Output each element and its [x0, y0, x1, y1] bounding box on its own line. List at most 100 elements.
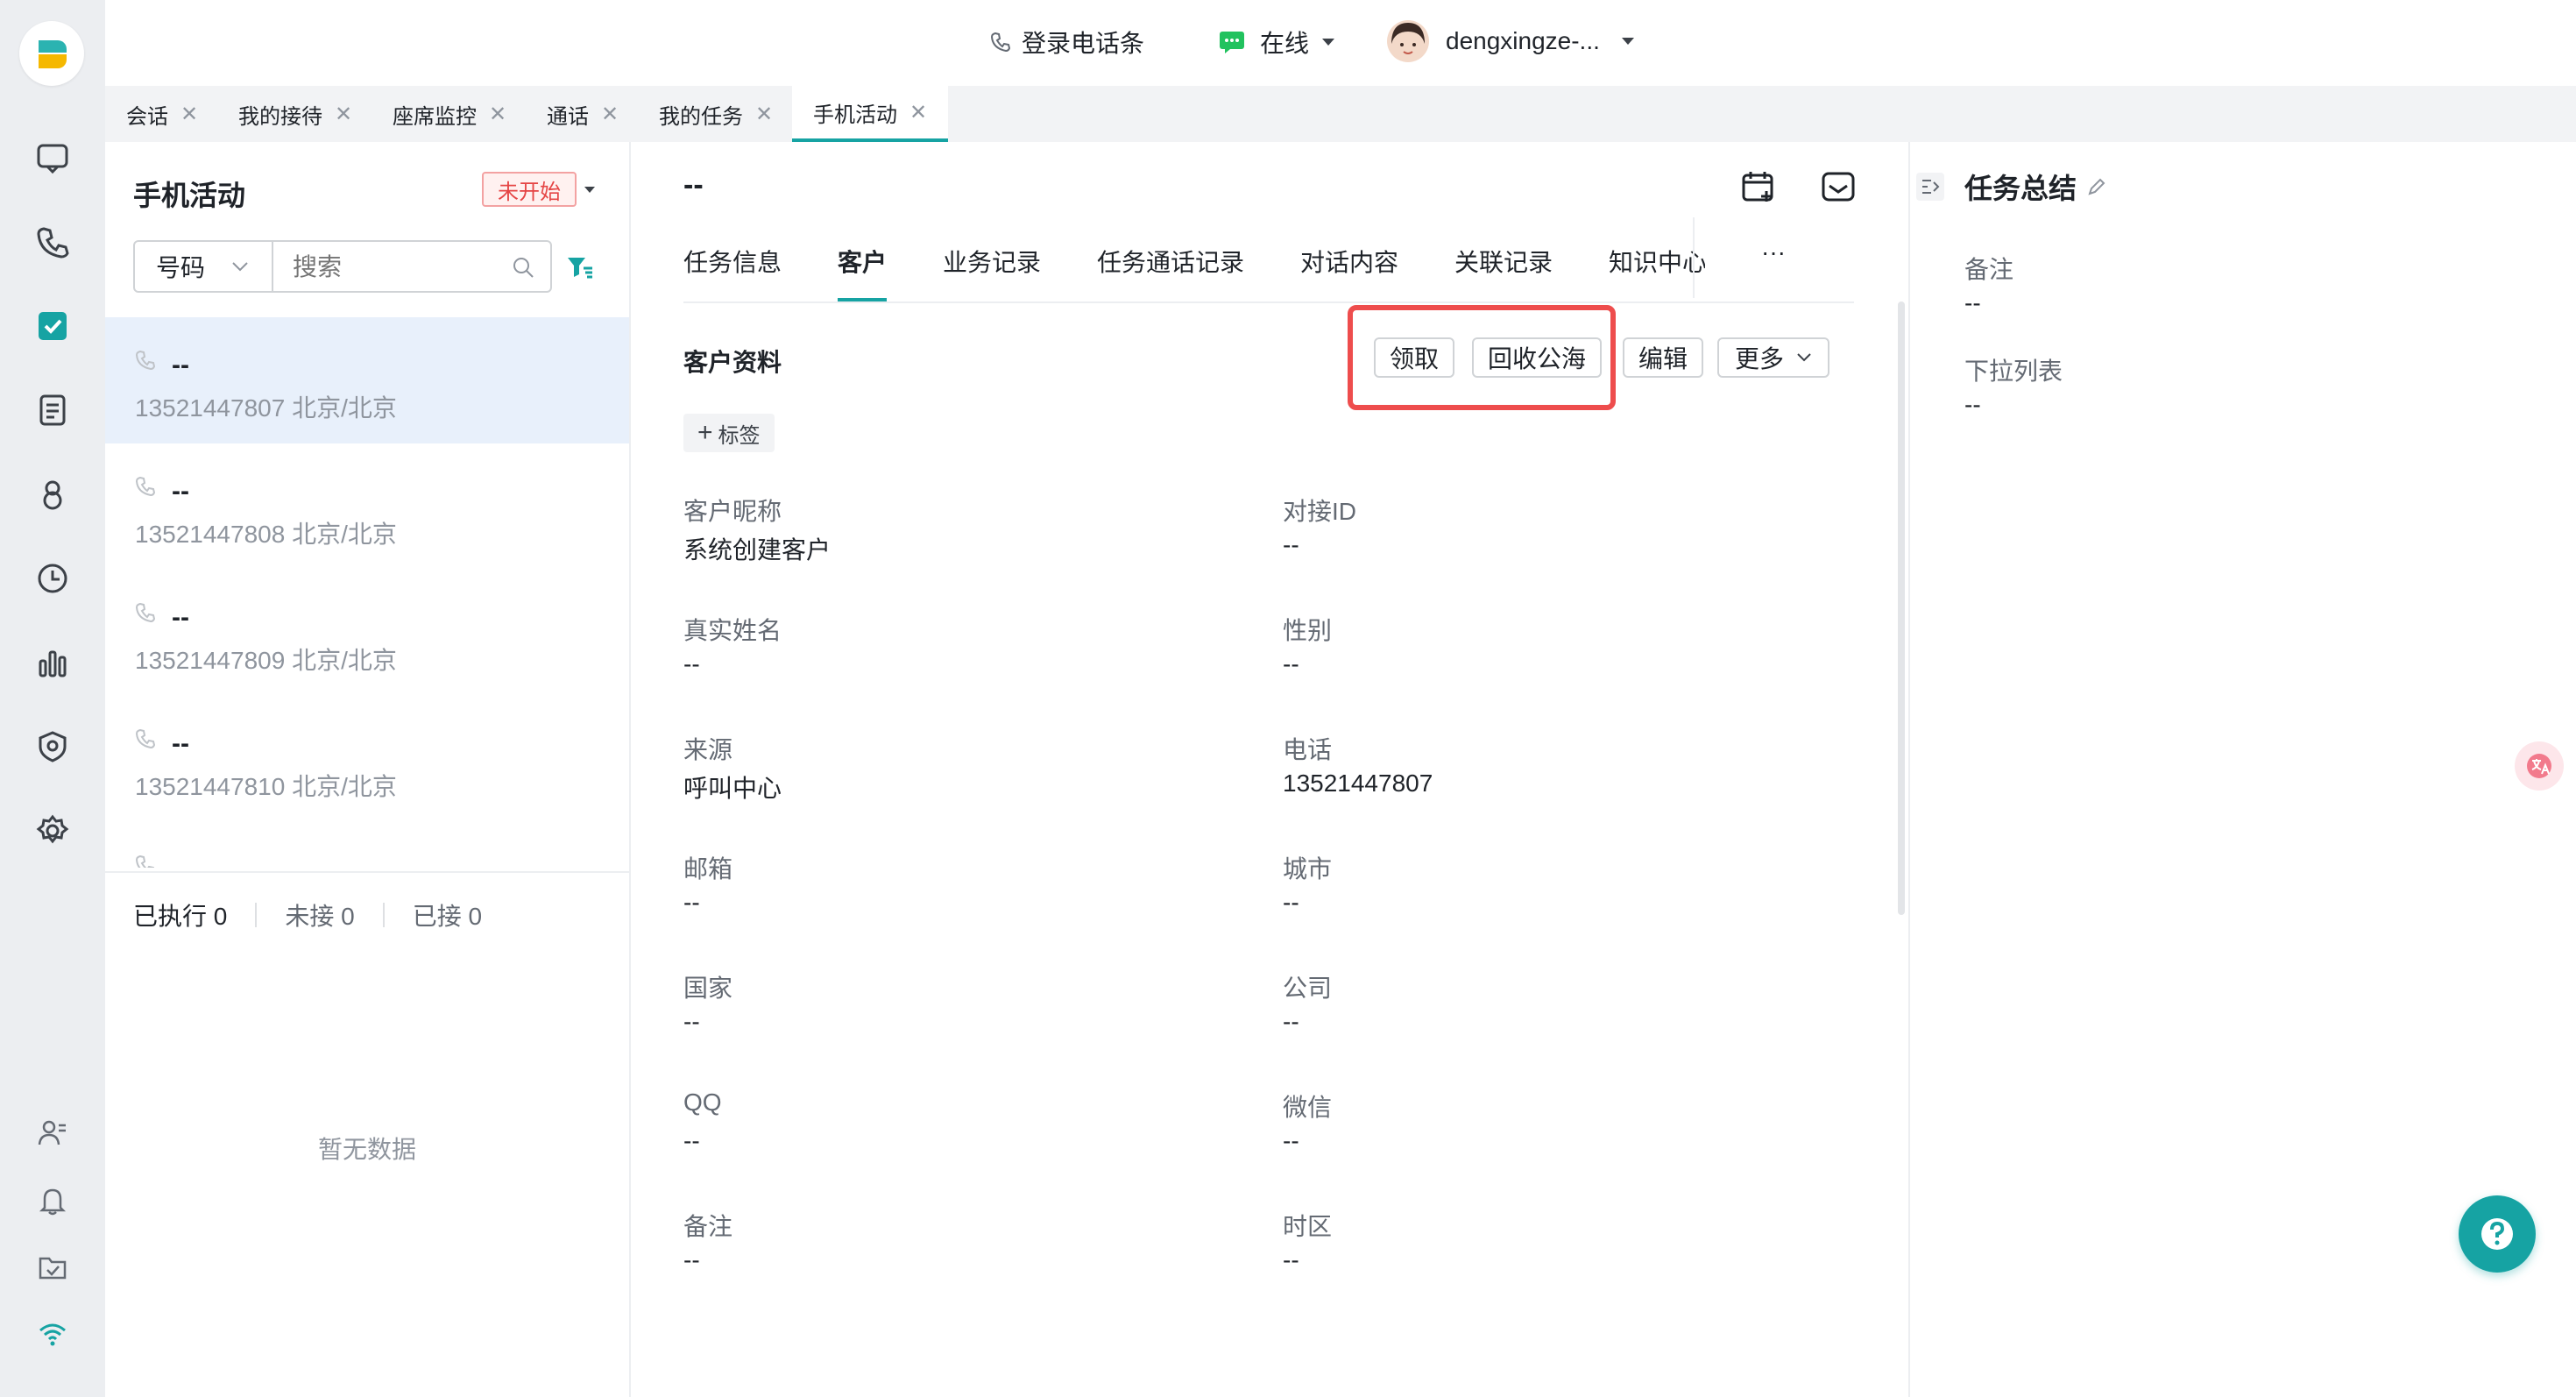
phone-icon: [135, 476, 156, 497]
list-item[interactable]: -- 13521447808 北京/北京: [105, 443, 629, 570]
field-label: 客户昵称: [683, 498, 782, 525]
chat-icon[interactable]: [30, 135, 75, 181]
agent-icon[interactable]: [30, 1110, 75, 1155]
field-value: --: [683, 889, 700, 916]
bell-icon[interactable]: [30, 1178, 75, 1223]
status-select[interactable]: 在线: [1218, 25, 1335, 60]
field-value: --: [1283, 650, 1299, 677]
contact-icon[interactable]: [30, 472, 75, 517]
more-button-label: 更多: [1735, 345, 1785, 372]
tab-customer[interactable]: 客户: [838, 244, 887, 279]
add-tag-button[interactable]: + 标签: [683, 414, 775, 452]
tab-conversation[interactable]: 会话 ✕: [126, 86, 198, 142]
tab-seat-monitor[interactable]: 座席监控 ✕: [393, 86, 506, 142]
tab-label: 手机活动: [813, 103, 897, 127]
detail-title: --: [683, 168, 704, 202]
close-icon[interactable]: ✕: [601, 102, 619, 127]
search-input[interactable]: [291, 249, 487, 286]
tab-task-call-records[interactable]: 任务通话记录: [1097, 244, 1244, 279]
tab-label: 我的接待: [238, 104, 322, 129]
history-icon[interactable]: [30, 556, 75, 601]
tab-conversation-content[interactable]: 对话内容: [1300, 244, 1398, 279]
field-value: 系统创建客户: [683, 536, 832, 564]
inbox-icon[interactable]: [30, 1245, 75, 1290]
chevron-down-icon: [232, 262, 248, 272]
close-icon[interactable]: ✕: [180, 102, 198, 127]
list-item[interactable]: -- 13521447809 北京/北京: [105, 570, 629, 696]
summary-field-label: 下拉列表: [1964, 358, 2063, 385]
login-phone-bar[interactable]: 登录电话条: [990, 25, 1144, 60]
phone-icon: [990, 32, 1011, 53]
chart-icon[interactable]: [30, 640, 75, 685]
user-menu[interactable]: dengxingze-...: [1386, 19, 1635, 63]
field-label: 城市: [1283, 855, 1333, 883]
close-icon[interactable]: ✕: [335, 102, 352, 127]
highlight-box: [1348, 305, 1616, 410]
phone-icon: [135, 602, 156, 623]
list-item[interactable]: --: [105, 822, 629, 868]
tab-more[interactable]: ···: [1761, 238, 1786, 266]
item-phone: 13521447810 北京/北京: [135, 773, 397, 800]
phone-icon: [135, 728, 156, 749]
stat-missed[interactable]: 未接 0: [285, 897, 354, 933]
tab-business-records[interactable]: 业务记录: [943, 244, 1041, 279]
shield-icon[interactable]: [30, 724, 75, 769]
search-box: 号码: [133, 240, 552, 293]
empty-text: 暂无数据: [317, 1136, 416, 1163]
phone-icon[interactable]: [30, 219, 75, 265]
field-label: 性别: [1283, 617, 1333, 644]
caret-down-icon: [1621, 38, 1634, 45]
username: dengxingze-...: [1446, 27, 1600, 54]
tab-my-tasks[interactable]: 我的任务 ✕: [659, 86, 773, 142]
task-summary-panel: 任务总结 备注 -- 下拉列表 --: [1908, 142, 2576, 1397]
tab-calls[interactable]: 通话 ✕: [547, 86, 619, 142]
caret-down-icon: [1322, 39, 1335, 46]
field-value: 13521447807: [1283, 769, 1433, 797]
tab-task-info[interactable]: 任务信息: [683, 244, 782, 279]
chevron-down-icon: [1797, 353, 1811, 362]
login-phone-label: 登录电话条: [1022, 30, 1145, 57]
tab-mobile-activity[interactable]: 手机活动 ✕: [792, 86, 949, 142]
wifi-icon: [30, 1311, 75, 1357]
translate-icon[interactable]: [2515, 741, 2564, 791]
field-label: 电话: [1283, 736, 1333, 763]
tab-label: 通话: [547, 104, 589, 129]
calendar-add-icon[interactable]: [1740, 168, 1777, 205]
list-item[interactable]: -- 13521447807 北京/北京: [105, 317, 629, 443]
app-logo[interactable]: [19, 21, 84, 86]
divider: [683, 301, 1854, 303]
collapse-panel-icon[interactable]: [1915, 172, 1945, 202]
search-icon[interactable]: [512, 256, 534, 279]
caret-down-icon[interactable]: [584, 186, 596, 194]
edit-button[interactable]: 编辑: [1623, 337, 1703, 378]
close-icon[interactable]: ✕: [489, 102, 506, 127]
message-icon: [1220, 32, 1244, 53]
list-item[interactable]: -- 13521447810 北京/北京: [105, 696, 629, 822]
scrollbar[interactable]: [1898, 301, 1905, 915]
filter-select[interactable]: 号码: [135, 242, 273, 291]
mail-icon[interactable]: [1821, 170, 1856, 203]
divider: [105, 871, 629, 873]
item-name: --: [172, 855, 189, 868]
divider: [1693, 217, 1695, 298]
help-button[interactable]: [2459, 1195, 2536, 1273]
more-button[interactable]: 更多: [1717, 337, 1829, 378]
summary-field-value: --: [1964, 391, 1981, 418]
field-label: 备注: [683, 1213, 733, 1240]
tab-related-records[interactable]: 关联记录: [1454, 244, 1553, 279]
edit-icon[interactable]: [2087, 177, 2106, 196]
stat-executed[interactable]: 已执行 0: [133, 897, 227, 933]
filter-icon[interactable]: [566, 254, 594, 280]
close-icon[interactable]: ✕: [909, 100, 927, 125]
field-value: --: [683, 1246, 700, 1273]
document-icon[interactable]: [30, 387, 75, 433]
tab-knowledge-center[interactable]: 知识中心: [1609, 244, 1705, 279]
close-icon[interactable]: ✕: [755, 102, 773, 127]
task-icon[interactable]: [30, 303, 75, 349]
tab-my-reception[interactable]: 我的接待 ✕: [238, 86, 352, 142]
stat-answered[interactable]: 已接 0: [413, 897, 482, 933]
item-phone: 13521447808 北京/北京: [135, 521, 397, 548]
status-badge[interactable]: 未开始: [482, 172, 577, 207]
gear-icon[interactable]: [30, 808, 75, 854]
field-label: 邮箱: [683, 855, 733, 883]
